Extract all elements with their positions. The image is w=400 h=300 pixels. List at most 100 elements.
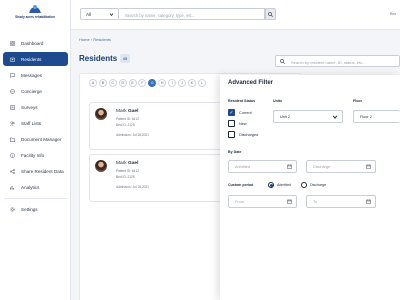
- floor-label: Floor: [353, 99, 362, 103]
- alphabet-letter[interactable]: I: [168, 79, 177, 87]
- floor-value: Floor 2: [360, 115, 372, 119]
- residents-icon: [10, 57, 15, 62]
- breadcrumb[interactable]: Home › Residents: [79, 37, 111, 42]
- by-date-label: By Date: [228, 150, 242, 154]
- from-date-input[interactable]: From: [228, 195, 297, 208]
- chevron-down-icon: [109, 13, 114, 17]
- status-checkbox-discharged[interactable]: Discharged: [228, 131, 258, 138]
- checkbox: [228, 131, 235, 138]
- sidebar-item-label: Concierge: [21, 88, 42, 94]
- user-menu[interactable]: Res: [390, 12, 396, 16]
- avatar: [95, 108, 107, 120]
- alphabet-filter: A B C D E F G H I J K L: [89, 79, 206, 87]
- sidebar-item-staff-lists[interactable]: Staff Lists: [3, 116, 68, 130]
- sidebar-item-share-resident-data[interactable]: Share Resident Data: [3, 165, 68, 179]
- calendar-icon: [287, 164, 292, 169]
- sidebar-item-label: Staff Lists: [21, 120, 42, 126]
- checkbox: [228, 120, 235, 127]
- radio-label: Discharge: [310, 183, 327, 187]
- to-date-input[interactable]: To: [306, 195, 376, 208]
- alphabet-letter[interactable]: L: [197, 79, 206, 87]
- alphabet-letter[interactable]: D: [118, 79, 127, 87]
- resident-name: Mark Gael: [116, 161, 138, 166]
- sidebar-item-label: Surveys: [21, 104, 38, 110]
- chevron-down-icon: [332, 115, 338, 119]
- admission-date: Admission: Jul 18,2021: [116, 133, 149, 137]
- units-value: Unit 2: [280, 115, 290, 119]
- floor-select[interactable]: Floor 2: [353, 110, 400, 123]
- alphabet-letter[interactable]: J: [178, 79, 187, 87]
- sidebar-item-analytics[interactable]: Analytics: [3, 181, 68, 195]
- sidebar-item-concierge[interactable]: Concierge: [3, 84, 68, 98]
- from-placeholder: From: [235, 200, 244, 204]
- status-checkbox-current[interactable]: ✓ Current: [228, 109, 252, 116]
- alphabet-letter[interactable]: B: [98, 79, 107, 87]
- sidebar-item-label: Analytics: [21, 185, 40, 191]
- checkbox-label: Discharged: [239, 132, 259, 137]
- category-select[interactable]: All: [80, 8, 119, 20]
- resident-status-label: Resident Status: [228, 99, 256, 103]
- people-icon: [10, 121, 15, 126]
- alphabet-letter[interactable]: E: [128, 79, 137, 87]
- advanced-filter-panel: Advanced Filter Resident Status ✓ Curren…: [220, 75, 400, 300]
- alphabet-letter[interactable]: H: [158, 79, 167, 87]
- resident-search-placeholder: Search by resident name, ID, status, etc…: [291, 59, 366, 65]
- search-icon: [280, 59, 285, 64]
- sidebar-item-document-manager[interactable]: Document Manager: [3, 133, 68, 147]
- custom-period-label: Custom period: [228, 183, 254, 187]
- global-search-button[interactable]: [265, 8, 276, 20]
- sidebar-item-facility-info[interactable]: Facility Info: [3, 149, 68, 163]
- sidebar-item-surveys[interactable]: Surveys: [3, 100, 68, 114]
- global-search-placeholder: Search by name, category, type, etc...: [125, 12, 196, 18]
- alphabet-letter[interactable]: A: [89, 79, 97, 87]
- checkbox-checked: ✓: [228, 109, 235, 116]
- calendar-icon: [366, 164, 371, 169]
- checkbox-label: Current: [239, 110, 252, 115]
- grid-icon: [10, 40, 15, 46]
- alphabet-letter[interactable]: F: [138, 79, 147, 87]
- gear-icon: [10, 207, 15, 213]
- folder-icon: [10, 137, 15, 143]
- radio-label: Admitted: [277, 183, 292, 187]
- app-logo[interactable]: Shady acres rehabilitation: [14, 4, 56, 19]
- clipboard-icon: [10, 105, 15, 110]
- resident-last-name: Gael: [128, 161, 139, 166]
- sidebar-item-label: Residents: [21, 56, 42, 62]
- checkbox-label: New: [239, 121, 247, 126]
- alphabet-letter[interactable]: C: [108, 79, 117, 87]
- radio-admitted[interactable]: Admitted: [268, 182, 291, 188]
- category-select-value: All: [86, 12, 92, 17]
- calendar-icon: [366, 199, 371, 204]
- resident-search-input[interactable]: Search by resident name, ID, status, etc…: [275, 55, 400, 67]
- radio: [301, 182, 307, 188]
- sidebar-item-dashboard[interactable]: Dashboard: [3, 36, 68, 50]
- resident-count-badge: 45: [120, 54, 130, 63]
- sidebar-item-label: Document Manager: [21, 137, 62, 143]
- sidebar-item-label: Dashboard: [21, 40, 44, 46]
- chat-icon: [10, 72, 15, 78]
- global-search-input[interactable]: Search by name, category, type, etc...: [119, 8, 265, 20]
- page-title: Residents: [79, 54, 118, 63]
- alphabet-letter[interactable]: K: [187, 79, 196, 87]
- filter-title: Advanced Filter: [228, 80, 274, 86]
- status-checkbox-new[interactable]: New: [228, 120, 247, 127]
- radio-selected: [268, 182, 274, 188]
- admitted-placeholder: Admitted: [235, 165, 250, 169]
- sidebar-item-messages[interactable]: Messages: [3, 68, 68, 82]
- units-select[interactable]: Unit 2: [273, 110, 343, 123]
- share-icon: [10, 169, 15, 175]
- top-bar: All Search by name, category, type, etc.…: [71, 0, 400, 30]
- bell-icon: [10, 89, 15, 94]
- alphabet-letter-selected[interactable]: G: [148, 79, 157, 87]
- sidebar-item-residents[interactable]: Residents: [3, 52, 68, 67]
- discharge-placeholder: Discharge: [313, 165, 331, 169]
- admitted-date-input[interactable]: Admitted: [228, 160, 297, 173]
- calendar-icon: [287, 199, 292, 204]
- admission-date: Admission: Jul 18,2021: [116, 185, 149, 189]
- patient-id: Patient ID: 6412: [116, 169, 139, 173]
- radio-discharge[interactable]: Discharge: [301, 182, 326, 188]
- sidebar-divider: [4, 197, 67, 199]
- bed-id: Bed ID: 2125: [116, 174, 135, 179]
- discharge-date-input[interactable]: Discharge: [306, 160, 376, 173]
- sidebar-item-settings[interactable]: Settings: [3, 203, 68, 217]
